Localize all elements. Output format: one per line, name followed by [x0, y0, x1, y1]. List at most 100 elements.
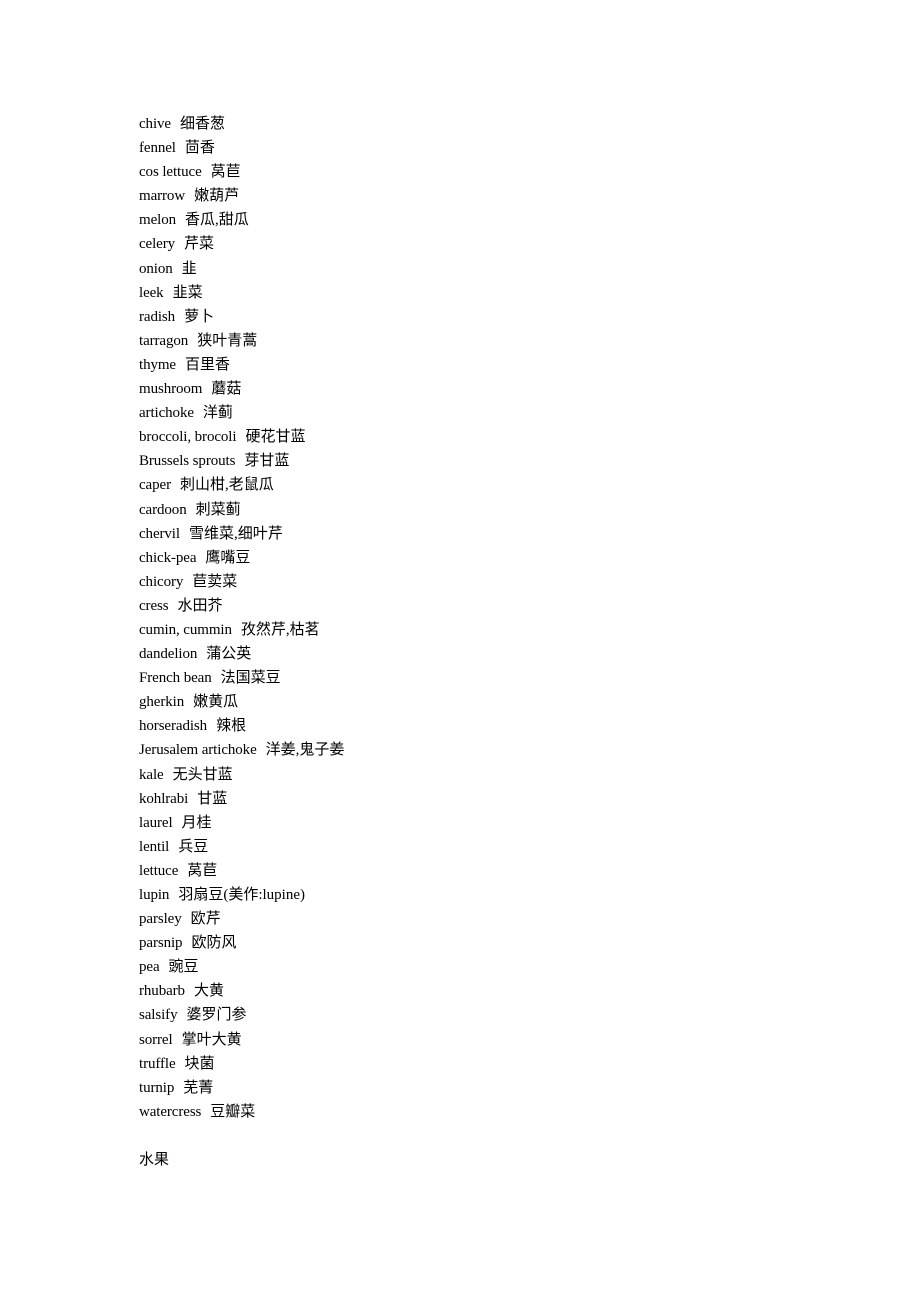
- chinese-translation: 甘蓝: [197, 790, 228, 807]
- chinese-translation: 洋姜,鬼子姜: [265, 742, 345, 759]
- english-term: turnip: [139, 1079, 175, 1096]
- vocabulary-entry: cardoon 刺菜蓟: [139, 498, 839, 522]
- english-term: gherkin: [139, 694, 185, 711]
- english-term: caper: [139, 477, 171, 494]
- section-heading-fruit: 水果: [139, 1151, 170, 1168]
- vocabulary-entry: chick-pea 鹰嘴豆: [139, 546, 839, 570]
- vocabulary-entry: Brussels sprouts 芽甘蓝: [139, 449, 839, 473]
- chinese-translation: 辣根: [216, 718, 247, 735]
- vocabulary-entry: French bean 法国菜豆: [139, 666, 839, 690]
- chinese-translation: 百里香: [185, 356, 231, 373]
- english-term: dandelion: [139, 646, 198, 663]
- vocabulary-entry: kohlrabi 甘蓝: [139, 787, 839, 811]
- chinese-translation: 茴香: [184, 140, 215, 157]
- chinese-translation: 芜菁: [183, 1079, 214, 1096]
- chinese-translation: 嫩葫芦: [194, 188, 240, 205]
- vocabulary-entry: watercress 豆瓣菜: [139, 1100, 839, 1124]
- chinese-translation: 蘑菇: [211, 381, 242, 398]
- vocabulary-list: chive 细香葱 fennel 茴香 cos lettuce 莴苣 marrow 嫩葫芦 me…: [139, 112, 839, 1124]
- english-term: chervil: [139, 525, 180, 542]
- chinese-translation: 欧芹: [190, 911, 221, 928]
- chinese-translation: 无头甘蓝: [172, 766, 233, 783]
- english-term: cress: [139, 597, 169, 614]
- chinese-translation: 水田芥: [177, 597, 223, 614]
- chinese-translation: 蒲公英: [206, 646, 252, 663]
- chinese-translation: 芽甘蓝: [244, 453, 290, 470]
- vocabulary-entry: fennel 茴香: [139, 136, 839, 160]
- chinese-translation: 萝卜: [184, 308, 215, 325]
- english-term: onion: [139, 260, 173, 277]
- vocabulary-entry: leek 韭菜: [139, 281, 839, 305]
- english-term: truffle: [139, 1055, 176, 1072]
- english-term: broccoli, brocoli: [139, 429, 237, 446]
- vocabulary-entry: pea 豌豆: [139, 955, 839, 979]
- english-term: salsify: [139, 1007, 178, 1024]
- english-term: parsley: [139, 911, 182, 928]
- chinese-translation: 芹菜: [184, 236, 215, 253]
- vocabulary-entry: gherkin 嫩黄瓜: [139, 690, 839, 714]
- vocabulary-entry: parsley 欧芹: [139, 907, 839, 931]
- vocabulary-entry: laurel 月桂: [139, 811, 839, 835]
- vocabulary-entry: celery 芹菜: [139, 232, 839, 256]
- english-term: artichoke: [139, 405, 194, 422]
- english-term: cos lettuce: [139, 164, 202, 181]
- chinese-translation: 洋蓟: [202, 405, 233, 422]
- english-term: mushroom: [139, 381, 203, 398]
- vocabulary-entry: sorrel 掌叶大黄: [139, 1028, 839, 1052]
- chinese-translation: 豌豆: [168, 959, 199, 976]
- vocabulary-entry: rhubarb 大黄: [139, 979, 839, 1003]
- chinese-translation: 硬花甘蓝: [245, 429, 306, 446]
- vocabulary-entry: tarragon 狭叶青蒿: [139, 329, 839, 353]
- vocabulary-entry: turnip 芜菁: [139, 1076, 839, 1100]
- english-term: marrow: [139, 188, 186, 205]
- english-term: Brussels sprouts: [139, 453, 236, 470]
- chinese-translation: 刺山柑,老鼠瓜: [179, 477, 274, 494]
- english-term: kohlrabi: [139, 790, 189, 807]
- vocabulary-entry: truffle 块菌: [139, 1052, 839, 1076]
- english-term: lentil: [139, 838, 170, 855]
- vocabulary-entry: cos lettuce 莴苣: [139, 160, 839, 184]
- english-term: chive: [139, 116, 171, 132]
- chinese-translation: 苣荬菜: [192, 573, 238, 590]
- chinese-translation: 大黄: [193, 983, 224, 1000]
- vocabulary-entry: salsify 婆罗门参: [139, 1003, 839, 1027]
- chinese-translation: 鹰嘴豆: [205, 549, 251, 566]
- vocabulary-entry: radish 萝卜: [139, 305, 839, 329]
- document-page: chive 细香葱 fennel 茴香 cos lettuce 莴苣 marrow 嫩葫芦 me…: [139, 112, 839, 1172]
- chinese-translation: 婆罗门参: [186, 1007, 247, 1024]
- vocabulary-entry: cumin, cummin 孜然芹,枯茗: [139, 618, 839, 642]
- chinese-translation: 豆瓣菜: [210, 1103, 256, 1120]
- english-term: sorrel: [139, 1031, 173, 1048]
- chinese-translation: 法国菜豆: [220, 670, 281, 687]
- chinese-translation: 孜然芹,枯茗: [240, 621, 320, 638]
- english-term: lupin: [139, 887, 170, 903]
- chinese-translation: 莴苣: [187, 862, 218, 879]
- vocabulary-entry: chicory 苣荬菜: [139, 570, 839, 594]
- vocabulary-entry: horseradish 辣根: [139, 714, 839, 738]
- vocabulary-entry: dandelion 蒲公英: [139, 642, 839, 666]
- chinese-translation: 韭: [181, 260, 197, 277]
- english-term: watercress: [139, 1103, 202, 1120]
- english-term: fennel: [139, 140, 176, 157]
- chinese-translation: 月桂: [181, 814, 212, 831]
- chinese-translation: 兵豆: [178, 838, 209, 855]
- vocabulary-entry: caper 刺山柑,老鼠瓜: [139, 473, 839, 497]
- vocabulary-entry: cress 水田芥: [139, 594, 839, 618]
- english-term: cumin, cummin: [139, 621, 232, 638]
- chinese-translation: 狭叶青蒿: [197, 332, 258, 349]
- english-term: thyme: [139, 356, 176, 373]
- english-term: chick-pea: [139, 549, 197, 566]
- english-term: tarragon: [139, 332, 189, 349]
- english-term: kale: [139, 766, 164, 783]
- english-term: rhubarb: [139, 983, 185, 1000]
- vocabulary-entry: lentil 兵豆: [139, 835, 839, 859]
- chinese-translation: 掌叶大黄: [181, 1031, 242, 1048]
- vocabulary-entry: thyme 百里香: [139, 353, 839, 377]
- chinese-translation: 莴苣: [210, 164, 241, 181]
- english-term: parsnip: [139, 935, 183, 952]
- vocabulary-entry: chive 细香葱: [139, 112, 839, 136]
- english-term: melon: [139, 212, 176, 229]
- vocabulary-entry: melon 香瓜,甜瓜: [139, 208, 839, 232]
- vocabulary-entry: broccoli, brocoli 硬花甘蓝: [139, 425, 839, 449]
- vocabulary-entry: parsnip 欧防风: [139, 931, 839, 955]
